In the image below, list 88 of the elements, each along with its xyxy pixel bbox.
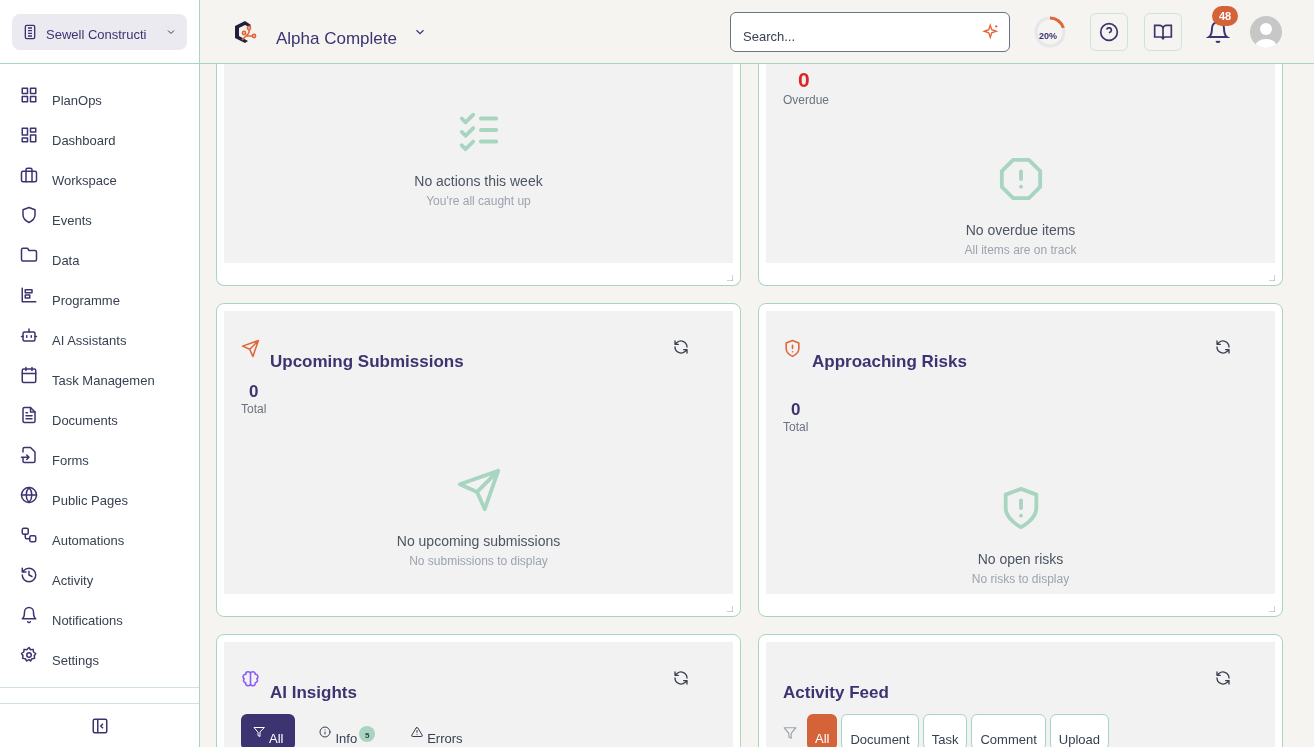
progress-ring	[1034, 15, 1066, 48]
filter-icon	[253, 725, 265, 738]
stat-label: Total	[783, 419, 809, 435]
search-field[interactable]: Search...	[730, 11, 1010, 52]
bell-icon	[20, 606, 38, 624]
sidebar-item[interactable]: Notifications	[20, 606, 179, 629]
folder-icon	[20, 246, 38, 264]
globe-icon	[20, 486, 38, 504]
empty-state-subtitle: You're all caught up	[426, 193, 531, 210]
brain-icon	[241, 670, 260, 689]
refresh-icon[interactable]	[1215, 670, 1231, 686]
sidebar-item[interactable]: Programme	[20, 286, 179, 309]
sidebar-item[interactable]: Automations	[20, 526, 179, 549]
empty-state-subtitle: No risks to display	[971, 570, 1070, 588]
send-icon	[455, 466, 502, 513]
card-title: Approaching Risks	[812, 351, 968, 373]
filter-tab[interactable]: Task	[922, 713, 968, 747]
grid-icon	[20, 86, 38, 104]
resize-handle-icon[interactable]	[727, 275, 733, 281]
sidebar-item[interactable]: AI Assistants	[20, 326, 179, 349]
progress-label: 20%	[1039, 29, 1057, 43]
logo-icon	[232, 18, 258, 45]
sidebar-item[interactable]: Data	[20, 246, 179, 269]
organization-selector[interactable]: Sewell Constructi	[12, 13, 187, 50]
warning-icon	[411, 725, 424, 738]
resize-handle-icon[interactable]	[1269, 606, 1275, 612]
resize-handle-icon[interactable]	[727, 606, 733, 612]
sidebar-item[interactable]: Documents	[20, 406, 179, 429]
shield-icon	[20, 206, 38, 224]
stat-label: Overdue	[783, 93, 830, 109]
info-icon	[319, 725, 332, 738]
history-icon	[20, 566, 38, 584]
empty-state-subtitle: All items are on track	[964, 242, 1077, 260]
help-icon	[1099, 21, 1119, 42]
workflow-icon	[20, 526, 38, 544]
send-icon	[241, 339, 260, 358]
calendar-icon	[20, 366, 38, 384]
resize-handle-icon[interactable]	[1269, 275, 1275, 281]
collapse-sidebar-icon[interactable]	[90, 716, 109, 735]
robot-icon	[20, 326, 38, 344]
form-import-icon	[20, 446, 38, 464]
filter-tab[interactable]: Document	[841, 713, 919, 747]
sparkle-icon[interactable]	[982, 22, 1000, 41]
card-title: AI Insights	[270, 682, 358, 704]
empty-state-title: No overdue items	[965, 221, 1076, 241]
project-name[interactable]: Alpha Complete	[276, 25, 397, 52]
filter-icon	[783, 725, 797, 740]
card-title: Activity Feed	[783, 682, 890, 704]
empty-state-title: No actions this week	[414, 172, 543, 191]
sidebar-item[interactable]: Activity	[20, 566, 179, 589]
refresh-icon[interactable]	[1215, 339, 1231, 355]
filter-tab[interactable]: All	[241, 713, 296, 747]
dashboard-icon	[20, 126, 38, 144]
filter-tab[interactable]: All	[807, 713, 838, 747]
notification-badge: 48	[1212, 5, 1239, 26]
help-button[interactable]	[1090, 12, 1128, 51]
stat-value: 0	[249, 380, 259, 402]
refresh-icon[interactable]	[673, 339, 689, 355]
building-icon	[22, 23, 38, 40]
refresh-icon[interactable]	[673, 670, 689, 686]
sidebar-item[interactable]: Events	[20, 206, 179, 229]
card-title: Upcoming Submissions	[270, 351, 465, 373]
filter-tab[interactable]: Upload	[1049, 713, 1109, 747]
sidebar-item[interactable]: Dashboard	[20, 126, 179, 149]
alert-octagon-icon	[997, 156, 1044, 203]
filter-tab[interactable]: Info 5	[307, 713, 388, 747]
chart-icon	[20, 286, 38, 304]
stat-label: Total	[241, 401, 267, 417]
filter-tab[interactable]: Comment	[971, 713, 1046, 747]
sidebar-item[interactable]: PlanOps	[20, 86, 179, 109]
shield-alert-icon	[783, 339, 802, 358]
stat-value: 0	[791, 398, 801, 420]
organization-name: Sewell Constructi	[46, 25, 148, 44]
sidebar-item[interactable]: Settings	[20, 646, 179, 669]
sidebar-item[interactable]: Forms	[20, 446, 179, 469]
empty-state-title: No open risks	[977, 549, 1064, 569]
empty-state-subtitle: No submissions to display	[409, 552, 548, 570]
empty-state-title: No upcoming submissions	[396, 531, 561, 551]
sidebar-item[interactable]: Public Pages	[20, 486, 179, 509]
stat-value: 0	[798, 67, 810, 93]
briefcase-icon	[20, 166, 38, 184]
document-icon	[20, 406, 38, 424]
sidebar-item[interactable]: Task Managemen	[20, 366, 179, 389]
settings-icon	[20, 646, 38, 664]
docs-button[interactable]	[1144, 12, 1182, 51]
sidebar-item[interactable]: Workspace	[20, 166, 179, 189]
filter-tab[interactable]: Errors	[399, 713, 475, 747]
count-badge: 5	[359, 725, 376, 742]
